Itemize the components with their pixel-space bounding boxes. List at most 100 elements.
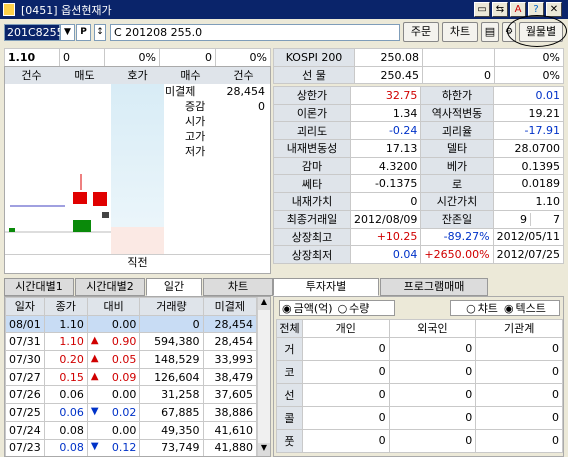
detail-value: 32.75 [350, 86, 422, 105]
investor-row-button[interactable]: 콜 [276, 405, 303, 430]
investor-value: 0 [301, 359, 390, 384]
detail-label: 괴리도 [272, 121, 352, 141]
daily-volume: 67,885 [139, 403, 204, 422]
change: 0 [59, 48, 105, 67]
daily-oi: 41,880 [202, 438, 258, 456]
daily-oi: 28,454 [202, 314, 258, 334]
detail-label: 로 [420, 174, 494, 194]
orderbook-header-cell: 호가 [127, 69, 148, 82]
left-tab[interactable]: 일간 [146, 278, 202, 296]
daily-row[interactable]: 07/25 0.06 ▼ 0.02 67,885 38,886 [5, 403, 258, 422]
radio-qty-label[interactable]: 수량 [349, 300, 369, 316]
investor-value: 0 [475, 336, 563, 361]
scroll-up-icon[interactable]: ▲ [258, 297, 270, 310]
daily-date: 07/26 [5, 385, 45, 405]
detail-label: 내재변동성 [272, 139, 352, 158]
radio-text-label[interactable]: 텍스트 [516, 300, 546, 316]
pin-icon[interactable]: ▭ [474, 2, 490, 17]
left-tab[interactable]: 차트 [203, 278, 273, 296]
daily-oi: 38,479 [202, 367, 258, 387]
investor-row-button[interactable]: 풋 [276, 428, 303, 453]
left-tab[interactable]: 시간대별2 [75, 278, 145, 296]
daily-volume: 148,529 [139, 350, 204, 369]
detail-label: 이론가 [272, 103, 352, 123]
daily-row[interactable]: 07/31 1.10 ▲ 0.90 594,380 28,454 [5, 332, 258, 352]
investor-value: 0 [301, 336, 390, 361]
remaining-days: 97 [492, 209, 565, 229]
radio-chart-icon[interactable]: ○ [466, 302, 476, 315]
detail-label: 역사적변동 [420, 103, 494, 123]
memo-icon[interactable]: ▤ [481, 22, 499, 42]
radio-amount-icon[interactable]: ◉ [282, 302, 292, 315]
investor-table: 전체 개인 외국인 기관계 거 0 0 0 코 0 0 0 선 0 0 0 콜 0 0 0 풋 0 0 0 [276, 319, 563, 456]
radio-qty-icon[interactable]: ○ [338, 302, 348, 315]
radio-chart-label[interactable]: 챠트 [478, 300, 498, 316]
daily-panel: 일자 종가 대비 거래량 미결제 08/01 1.10 0.00 0 28,454 07/… [4, 296, 271, 457]
daily-close: 1.10 [43, 314, 88, 334]
detail-label: 시간가치 [420, 192, 494, 211]
investor-row-button[interactable]: 선 [276, 382, 303, 407]
listing-value: 0.04 [350, 245, 422, 264]
stepper-icon[interactable]: ↕ [94, 24, 106, 41]
link-icon[interactable]: ⇆ [492, 2, 508, 17]
daily-date: 07/23 [5, 438, 45, 456]
daily-header-cell: 종가 [43, 297, 88, 316]
radio-amount-label[interactable]: 금액(억) [294, 300, 333, 316]
daily-date: 07/30 [5, 350, 45, 369]
detail-value: 17.13 [350, 139, 422, 158]
listing-row: 상장최저 0.04 +2650.00% 2012/07/25 [272, 245, 565, 264]
daily-scrollbar[interactable]: ▲ ▼ [257, 297, 270, 456]
daily-row[interactable]: 07/30 0.20 ▲ 0.05 148,529 33,993 [5, 350, 258, 369]
daily-row[interactable]: 07/24 0.08 0.00 49,350 41,610 [5, 420, 258, 440]
detail-value: 2012/08/09 [350, 209, 422, 229]
detail-value: -17.91 [492, 121, 565, 141]
chart-toggle-icon[interactable] [102, 212, 109, 218]
radio-text-icon[interactable]: ◉ [504, 302, 514, 315]
daily-row[interactable]: 07/27 0.15 ▲ 0.09 126,604 38,479 [5, 367, 258, 387]
detail-value: 0.01 [492, 86, 565, 105]
code-dropdown-icon[interactable]: ▼ [60, 24, 75, 41]
order-button[interactable]: 주문 [403, 22, 439, 42]
daily-volume: 49,350 [139, 420, 204, 440]
up-arrow-icon: ▲ [90, 335, 99, 347]
code-input[interactable]: 201C8255 [4, 24, 64, 41]
daily-oi: 33,993 [202, 350, 258, 369]
daily-diff: 0.09 [111, 370, 137, 384]
futures-value: 250.45 [354, 65, 423, 85]
daily-header-cell: 미결제 [202, 297, 258, 316]
down-arrow-icon: ▼ [90, 405, 99, 417]
stat-label: 고가 [185, 130, 206, 143]
kospi-pct: 0% [494, 48, 564, 67]
chart-button[interactable]: 차트 [442, 22, 478, 42]
investor-row-button[interactable]: 코 [276, 359, 303, 384]
right-tab[interactable]: 프로그램매매 [380, 278, 488, 296]
right-tab[interactable]: 투자자별 [273, 278, 379, 296]
daily-row[interactable]: 07/23 0.08 ▼ 0.12 73,749 41,880 [5, 438, 258, 456]
investor-all-button[interactable]: 전체 [276, 319, 303, 338]
left-tab[interactable]: 시간대별1 [4, 278, 74, 296]
daily-close: 0.08 [43, 438, 88, 456]
close-icon[interactable]: ✕ [546, 2, 562, 17]
daily-diff: 0.12 [111, 441, 137, 455]
detail-row: 쎄타 -0.1375 로 0.0189 [272, 174, 565, 194]
scroll-down-icon[interactable]: ▼ [258, 443, 270, 456]
listing-label: 상장최고 [272, 227, 352, 247]
window-title: [0451] 옵션현재가 [21, 3, 112, 17]
detail-value: 0 [350, 192, 422, 211]
code-search-icon[interactable]: P [76, 24, 91, 41]
investor-row-button[interactable]: 거 [276, 336, 303, 361]
detail-value: -0.1375 [350, 174, 422, 194]
investor-value: 0 [301, 428, 390, 453]
daily-diff: 0.00 [111, 388, 137, 402]
daily-row[interactable]: 07/26 0.06 0.00 31,258 37,605 [5, 385, 258, 405]
listing-label: 상장최저 [272, 245, 352, 264]
investor-panel: ◉ 금액(억) ○ 수량 ○ 챠트 ◉ 텍스트 전체 개인 외국인 기관계 거 0 0 0 코 0 0 0 선 0… [273, 296, 564, 457]
font-icon[interactable]: A [510, 2, 526, 17]
detail-label: 잔존일 [420, 209, 494, 229]
daily-row[interactable]: 08/01 1.10 0.00 0 28,454 [5, 314, 258, 334]
daily-header-cell: 대비 [86, 297, 141, 316]
daily-date: 07/27 [5, 367, 45, 387]
detail-row: 감마 4.3200 베가 0.1395 [272, 156, 565, 176]
detail-label: 감마 [272, 156, 352, 176]
investor-header: 외국인 [388, 319, 477, 338]
